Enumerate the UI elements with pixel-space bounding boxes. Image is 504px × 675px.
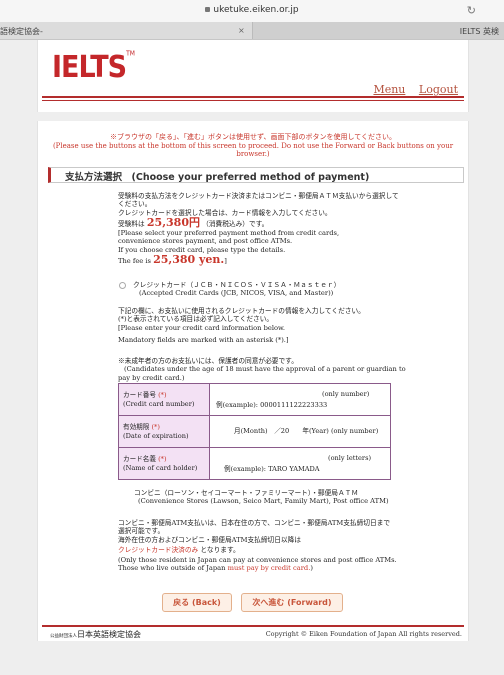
required-mark: (*) <box>158 455 167 464</box>
note-line: ) <box>310 564 313 573</box>
section-title: 支払方法選択 (Choose your preferred method of … <box>65 172 370 183</box>
label-en: (Name of card holder) <box>123 463 198 472</box>
label-jp: 有効期限 <box>123 423 150 432</box>
fee-en-pre: The fee is <box>118 257 151 266</box>
card-number-field[interactable]: (only number) 例(example): 00001111222233… <box>209 383 391 416</box>
org-small: 公益財団法人 <box>50 634 77 639</box>
org-name: 日本英語検定協会 <box>77 630 141 639</box>
menu-link[interactable]: Menu <box>373 83 405 96</box>
credit-card-form: カード番号 (*) (Credit card number) (only num… <box>118 383 391 480</box>
payment-panel: ※ブラウザの「戻る」、「進む」ボタンは使用せず、画面下部のボタンを使用してくださ… <box>37 121 469 641</box>
card-holder-label: カード名義 (*) (Name of card holder) <box>118 447 210 480</box>
header-divider <box>42 96 464 98</box>
minor-note: ※未成年者の方のお支払いには、保護者の同意が必要です。 (Candidates … <box>118 357 406 382</box>
minor-note-jp: ※未成年者の方のお支払いには、保護者の同意が必要です。 <box>118 357 298 365</box>
logo-text: IELTS <box>52 50 127 85</box>
label-jp: カード番号 <box>123 391 156 400</box>
fee-en-post: ] <box>224 257 227 266</box>
card-instructions: 下記の欄に、お支払いに使用されるクレジットカードの情報を入力してください。 (*… <box>118 307 365 344</box>
tab-eiken[interactable]: 語検定協会- <box>0 26 252 37</box>
table-row: カード名義 (*) (Name of card holder) (only le… <box>118 447 391 480</box>
address-bar[interactable]: uketuke.eiken.or.jp ↻ <box>0 0 504 23</box>
warning-jp: ※ブラウザの「戻る」、「進む」ボタンは使用せず、画面下部のボタンを使用してくださ… <box>109 133 397 141</box>
tab-bar: 語検定協会- × IELTS 英検 <box>0 22 504 40</box>
copyright: Copyright © Eiken Foundation of Japan Al… <box>265 630 462 638</box>
intro-line: ください。 <box>118 200 152 209</box>
header-divider-thin <box>42 100 464 101</box>
field-note: (only letters) <box>328 454 372 463</box>
credit-card-radio[interactable] <box>119 282 126 289</box>
note-line: (Only those resident in Japan can pay at… <box>118 556 397 565</box>
fee-jp-post: （消費税込み）です。 <box>202 219 269 228</box>
eiken-logo: 公益財団法人日本英語検定協会 <box>50 629 141 640</box>
minor-note-en: pay by credit card.) <box>118 373 185 382</box>
note-line: 選択可能です。 <box>118 527 165 536</box>
intro-line: convenience stores payment, and post off… <box>118 237 293 246</box>
table-row: 有効期限 (*) (Date of expiration) 月(Month) ／… <box>118 415 391 448</box>
field-example: 例(example): 0000111122223333 <box>216 400 328 409</box>
credit-option-en: (Accepted Credit Cards (JCB, NICOS, VISA… <box>139 289 334 298</box>
instruction-line: Mandatory fields are marked with an aste… <box>118 335 289 344</box>
field-text: 月(Month) ／20 年(Year) (only number) <box>234 427 379 436</box>
label-jp: カード名義 <box>123 455 156 464</box>
note-line: Those who live outside of Japan <box>118 564 226 573</box>
instruction-line: (*)と表示されている項目は必ず記入してください。 <box>118 315 274 324</box>
note-line: となります。 <box>200 545 240 554</box>
site-header: IELTSTM Menu Logout <box>37 40 469 112</box>
back-button[interactable]: 戻る (Back) <box>162 593 232 612</box>
expiration-label: 有効期限 (*) (Date of expiration) <box>118 415 210 448</box>
forward-button[interactable]: 次へ進む (Forward) <box>241 593 343 612</box>
convenience-option[interactable]: コンビニ（ローソン・セイコーマート・ファミリーマート）・郵便局ＡＴＭ (Conv… <box>134 489 389 506</box>
url-text[interactable]: uketuke.eiken.or.jp <box>0 5 504 15</box>
section-heading: 支払方法選択 (Choose your preferred method of … <box>48 167 464 183</box>
field-example: 例(example): TARO YAMADA <box>224 464 320 473</box>
credit-card-option: クレジットカード（ＪＣＢ・ＮＩＣＯＳ・ＶＩＳＡ・Ｍａｓｔｅｒ） (Accepte… <box>133 281 340 298</box>
note-line: 海外在住の方およびコンビニ・郵便局ATM支払締切日以降は <box>118 535 301 544</box>
instruction-line: [Please enter your credit card informati… <box>118 323 286 332</box>
fee-jp-pre: 受験料は <box>118 219 145 228</box>
logo-tm: TM <box>126 50 135 58</box>
header-nav: Menu Logout <box>363 83 458 96</box>
intro-line: [Please select your preferred payment me… <box>118 229 340 238</box>
url-label: uketuke.eiken.or.jp <box>213 5 299 15</box>
expiration-field[interactable]: 月(Month) ／20 年(Year) (only number) <box>209 415 391 448</box>
intro-text: 受験料の支払方法をクレジットカード決済またはコンビニ・郵便局ＡＴＭ支払いから選択… <box>118 192 399 265</box>
ielts-logo[interactable]: IELTSTM <box>52 50 135 85</box>
lock-icon <box>205 7 211 12</box>
browser-warning: ※ブラウザの「戻る」、「進む」ボタンは使用せず、画面下部のボタンを使用してくださ… <box>38 133 468 159</box>
warning-en-2: browser.) <box>236 150 270 158</box>
reload-icon[interactable]: ↻ <box>467 4 476 17</box>
table-row: カード番号 (*) (Credit card number) (only num… <box>118 383 391 416</box>
must-credit-text: must pay by credit card. <box>227 564 311 573</box>
convenience-note: コンビニ・郵便局ATM支払いは、日本在住の方で、コンビニ・郵便局ATM支払締切日… <box>118 519 397 573</box>
fee-jp: 受験料は 25,380円 （消費税込み）です。 <box>118 215 399 229</box>
convenience-option-en: (Convenience Stores (Lawson, Seico Mart,… <box>138 497 389 506</box>
minor-note-en: (Candidates under the age of 18 must hav… <box>124 365 406 374</box>
convenience-option-jp: コンビニ（ローソン・セイコーマート・ファミリーマート）・郵便局ＡＴＭ <box>134 489 359 497</box>
card-number-label: カード番号 (*) (Credit card number) <box>118 383 210 416</box>
intro-line: 受験料の支払方法をクレジットカード決済またはコンビニ・郵便局ＡＴＭ支払いから選択… <box>118 192 399 200</box>
credit-option-jp: クレジットカード（ＪＣＢ・ＮＩＣＯＳ・ＶＩＳＡ・Ｍａｓｔｅｒ） <box>133 281 341 289</box>
credit-only-text: クレジットカード決済のみ <box>118 545 199 554</box>
required-mark: (*) <box>158 391 167 400</box>
fee-amount-jp: 25,380円 <box>146 215 200 229</box>
fee-en: The fee is 25,380 yen.] <box>118 253 399 267</box>
label-en: (Credit card number) <box>123 399 195 408</box>
warning-en-1: (Please use the buttons at the bottom of… <box>52 141 454 150</box>
fee-amount-en: 25,380 yen. <box>153 253 225 267</box>
tab-ielts-label: IELTS 英検 <box>459 27 499 36</box>
logout-link[interactable]: Logout <box>419 83 458 96</box>
label-en: (Date of expiration) <box>123 431 189 440</box>
tab-eiken-label: 語検定協会- <box>0 27 43 36</box>
tab-ielts[interactable]: IELTS 英検 <box>252 22 504 39</box>
field-note: (only number) <box>322 390 370 399</box>
required-mark: (*) <box>151 423 160 432</box>
footer-divider <box>42 625 464 627</box>
card-holder-field[interactable]: (only letters) 例(example): TARO YAMADA <box>209 447 391 480</box>
tab-close-icon[interactable]: × <box>238 26 245 35</box>
